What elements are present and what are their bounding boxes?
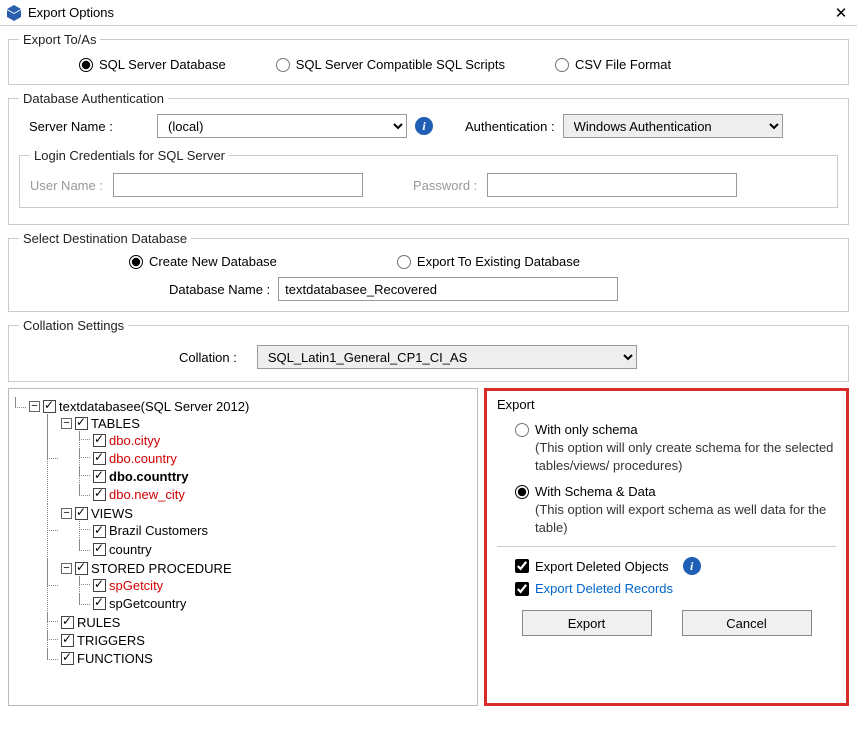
tree-toggle[interactable]: − (61, 508, 72, 519)
authentication-select[interactable]: Windows Authentication (563, 114, 783, 138)
tree-checkbox[interactable] (75, 562, 88, 575)
collation-legend: Collation Settings (19, 318, 128, 333)
password-label: Password : (413, 178, 477, 193)
collation-group: Collation Settings Collation : SQL_Latin… (8, 318, 849, 382)
radio-sql-server-db[interactable] (79, 58, 93, 72)
info-icon[interactable]: i (683, 557, 701, 575)
tree-checkbox[interactable] (75, 507, 88, 520)
tree-toggle[interactable]: − (29, 401, 40, 412)
tree-checkbox[interactable] (93, 525, 106, 538)
radio-only-schema[interactable] (515, 423, 529, 437)
tree-checkbox[interactable] (75, 417, 88, 430)
tree-group-label: FUNCTIONS (77, 651, 153, 666)
tree-toggle[interactable]: − (61, 418, 72, 429)
radio-only-schema-label: With only schema (535, 422, 638, 437)
export-button[interactable]: Export (522, 610, 652, 636)
authentication-label: Authentication : (465, 119, 555, 134)
login-credentials-legend: Login Credentials for SQL Server (30, 148, 229, 163)
tree-item-label[interactable]: Brazil Customers (109, 524, 208, 539)
username-input[interactable] (113, 173, 363, 197)
collation-label: Collation : (179, 350, 237, 365)
export-header: Export (497, 397, 836, 412)
db-name-label: Database Name : (169, 282, 270, 297)
tree-group-label: VIEWS (91, 506, 133, 521)
tree-item-label[interactable]: dbo.new_city (109, 487, 185, 502)
checkbox-deleted-records[interactable] (515, 582, 529, 596)
tree-item-label[interactable]: dbo.country (109, 451, 177, 466)
radio-create-new-db[interactable] (129, 255, 143, 269)
tree-checkbox[interactable] (93, 597, 106, 610)
radio-schema-data[interactable] (515, 485, 529, 499)
server-name-select[interactable]: (local) (157, 114, 407, 138)
username-label: User Name : (30, 178, 103, 193)
tree-checkbox[interactable] (93, 470, 106, 483)
login-credentials-group: Login Credentials for SQL Server User Na… (19, 148, 838, 208)
server-name-label: Server Name : (29, 119, 149, 134)
object-tree[interactable]: − textdatabasee(SQL Server 2012) − TABLES db… (8, 388, 478, 706)
radio-export-existing-db[interactable] (397, 255, 411, 269)
tree-checkbox[interactable] (61, 652, 74, 665)
destination-group: Select Destination Database Create New D… (8, 231, 849, 312)
tree-toggle[interactable]: − (61, 563, 72, 574)
tree-item-label[interactable]: dbo.counttry (109, 469, 188, 484)
db-auth-group: Database Authentication Server Name : (l… (8, 91, 849, 225)
checkbox-deleted-objects-label: Export Deleted Objects (535, 559, 669, 574)
window-title: Export Options (28, 5, 831, 20)
tree-checkbox[interactable] (61, 616, 74, 629)
radio-csv[interactable] (555, 58, 569, 72)
tree-item-label[interactable]: spGetcity (109, 578, 163, 593)
title-bar: Export Options ✕ (0, 0, 857, 26)
export-options-panel: Export With only schema (This option wil… (484, 388, 849, 706)
tree-checkbox[interactable] (61, 634, 74, 647)
radio-export-existing-db-label: Export To Existing Database (417, 254, 580, 269)
app-icon (6, 5, 22, 21)
tree-checkbox[interactable] (93, 434, 106, 447)
export-to-legend: Export To/As (19, 32, 100, 47)
tree-item-label[interactable]: spGetcountry (109, 596, 186, 611)
tree-item-label[interactable]: country (109, 542, 152, 557)
collation-select[interactable]: SQL_Latin1_General_CP1_CI_AS (257, 345, 637, 369)
tree-checkbox[interactable] (93, 579, 106, 592)
tree-group-label: TABLES (91, 416, 140, 431)
only-schema-desc: (This option will only create schema for… (515, 439, 836, 474)
radio-csv-label: CSV File Format (575, 57, 671, 72)
info-icon[interactable]: i (415, 117, 433, 135)
db-auth-legend: Database Authentication (19, 91, 168, 106)
export-to-group: Export To/As SQL Server Database SQL Ser… (8, 32, 849, 85)
checkbox-deleted-objects[interactable] (515, 559, 529, 573)
tree-checkbox[interactable] (43, 400, 56, 413)
tree-checkbox[interactable] (93, 488, 106, 501)
tree-group-label: STORED PROCEDURE (91, 561, 232, 576)
tree-root-label: textdatabasee(SQL Server 2012) (59, 399, 249, 414)
schema-data-desc: (This option will export schema as well … (515, 501, 836, 536)
db-name-input[interactable] (278, 277, 618, 301)
tree-checkbox[interactable] (93, 543, 106, 556)
radio-sql-scripts[interactable] (276, 58, 290, 72)
radio-create-new-db-label: Create New Database (149, 254, 277, 269)
password-input[interactable] (487, 173, 737, 197)
tree-group-label: TRIGGERS (77, 633, 145, 648)
checkbox-deleted-records-label: Export Deleted Records (535, 581, 673, 596)
tree-checkbox[interactable] (93, 452, 106, 465)
radio-sql-scripts-label: SQL Server Compatible SQL Scripts (296, 57, 505, 72)
destination-legend: Select Destination Database (19, 231, 191, 246)
tree-group-label: RULES (77, 615, 120, 630)
close-button[interactable]: ✕ (831, 4, 851, 22)
radio-schema-data-label: With Schema & Data (535, 484, 656, 499)
cancel-button[interactable]: Cancel (682, 610, 812, 636)
radio-sql-server-db-label: SQL Server Database (99, 57, 226, 72)
tree-item-label[interactable]: dbo.cityy (109, 433, 160, 448)
